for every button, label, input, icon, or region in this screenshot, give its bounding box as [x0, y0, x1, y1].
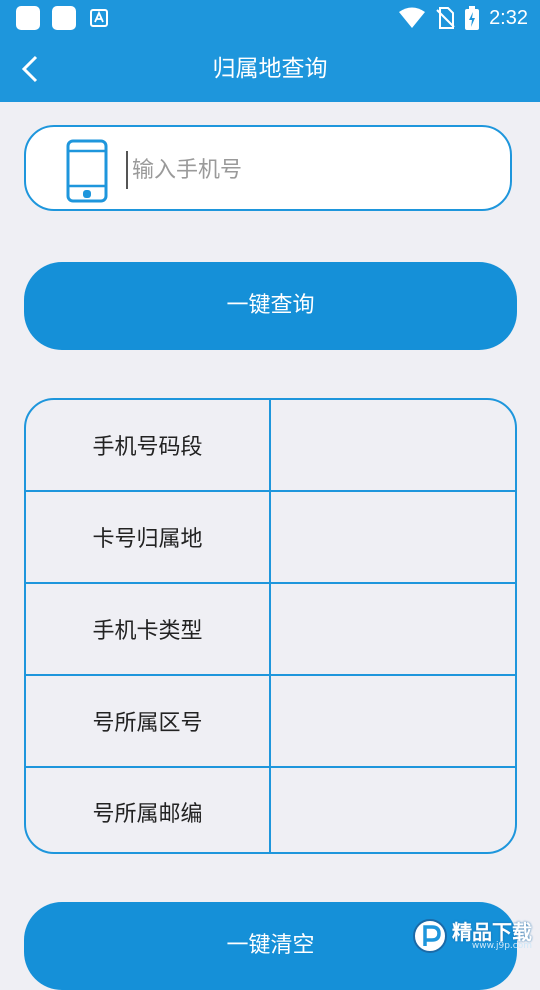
table-row: 卡号归属地: [26, 492, 515, 584]
watermark-logo-icon: [413, 919, 447, 953]
row-value: [271, 676, 515, 766]
watermark-text: 精品下载: [452, 919, 532, 944]
status-bar: 2:32: [0, 0, 540, 36]
page-title: 归属地查询: [212, 56, 328, 82]
row-value: [271, 768, 515, 852]
table-row: 手机卡类型: [26, 584, 515, 676]
watermark: 精品下载 www.j9p.com: [412, 918, 532, 954]
clock: 2:32: [489, 6, 528, 29]
app-header: 归属地查询: [0, 36, 540, 102]
notification-icon: [16, 6, 40, 30]
row-value: [271, 400, 515, 490]
no-sim-icon: [436, 7, 455, 29]
table-row: 手机号码段: [26, 400, 515, 492]
row-label: 卡号归属地: [26, 492, 271, 582]
app-notification-icon: [90, 9, 108, 27]
watermark-url: www.j9p.com: [471, 940, 532, 951]
query-button[interactable]: 一键查询: [24, 262, 517, 350]
phone-input-container[interactable]: [24, 125, 512, 211]
result-table: 手机号码段 卡号归属地 手机卡类型 号所属区号 号所属邮编: [24, 398, 517, 854]
battery-icon: [465, 6, 480, 30]
phone-icon: [66, 139, 108, 203]
table-row: 号所属邮编: [26, 768, 515, 852]
phone-number-input[interactable]: [126, 151, 494, 189]
table-row: 号所属区号: [26, 676, 515, 768]
row-value: [271, 584, 515, 674]
row-label: 手机号码段: [26, 400, 271, 490]
row-label: 手机卡类型: [26, 584, 271, 674]
row-value: [271, 492, 515, 582]
row-label: 号所属邮编: [26, 768, 271, 852]
wifi-icon: [399, 7, 426, 28]
notification-icon: [52, 6, 76, 30]
row-label: 号所属区号: [26, 676, 271, 766]
